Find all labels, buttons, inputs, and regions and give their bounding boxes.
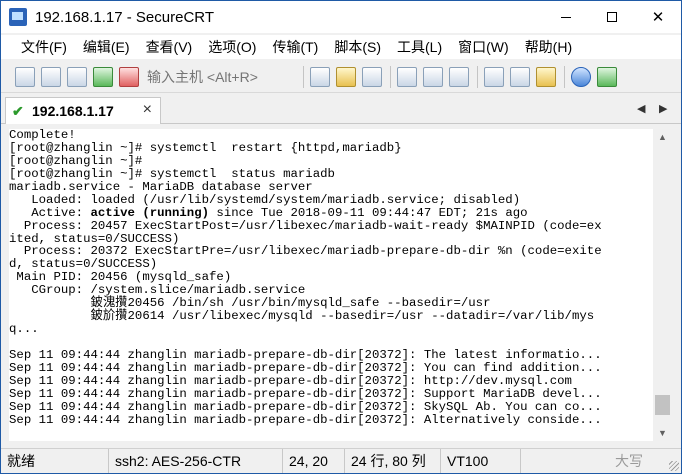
session-tab-bar: ✔ 192.168.1.17 × ◀ ▶ xyxy=(1,94,681,124)
disconnect-icon[interactable] xyxy=(119,66,139,87)
status-caps-lock: 大写 xyxy=(615,453,643,469)
terminal-line: Sep 11 09:44:44 zhanglin mariadb-prepare… xyxy=(9,386,602,401)
terminal-line: 鈹斺攢20614 /usr/libexec/mysqld --basedir=/… xyxy=(9,309,595,324)
session-tab-label: 192.168.1.17 xyxy=(32,103,114,119)
status-cursor-position: 24, 20 xyxy=(283,449,345,473)
terminal-line: Sep 11 09:44:44 zhanglin mariadb-prepare… xyxy=(9,399,602,414)
terminal-line: Sep 11 09:44:44 zhanglin mariadb-prepare… xyxy=(9,412,602,427)
scroll-up-icon[interactable]: ▲ xyxy=(654,129,671,145)
tab-scroll-left-icon[interactable]: ◀ xyxy=(637,102,645,115)
terminal-line: [root@zhanglin ~]# systemctl status mari… xyxy=(9,166,335,181)
menu-bar: 文件(F) 编辑(E) 查看(V) 选项(O) 传输(T) 脚本(S) 工具(L… xyxy=(1,35,681,59)
menu-edit[interactable]: 编辑(E) xyxy=(75,37,138,57)
terminal-output[interactable]: Complete! [root@zhanglin ~]# systemctl r… xyxy=(9,129,653,441)
securecrt-app-icon xyxy=(9,8,27,26)
active-since: since Tue 2018-09-11 09:44:47 EDT; 21s a… xyxy=(209,205,528,220)
terminal-line: [root@zhanglin ~]# systemctl restart {ht… xyxy=(9,140,402,155)
terminal-line: q... xyxy=(9,322,39,337)
tab-close-icon[interactable]: × xyxy=(143,101,152,119)
paste-icon[interactable] xyxy=(336,66,356,87)
terminal-line: Sep 11 09:44:44 zhanglin mariadb-prepare… xyxy=(9,373,572,388)
terminal-line: mariadb.service - MariaDB database serve… xyxy=(9,179,313,194)
toolbar-separator xyxy=(564,65,565,88)
connect-icon[interactable] xyxy=(15,66,35,87)
help-icon[interactable] xyxy=(571,66,591,87)
terminal-line: Complete! xyxy=(9,129,76,142)
menu-options[interactable]: 选项(O) xyxy=(200,37,264,57)
menu-window[interactable]: 窗口(W) xyxy=(450,37,517,57)
vertical-scrollbar[interactable]: ▲ ▼ xyxy=(654,129,671,441)
connected-check-icon: ✔ xyxy=(12,102,24,119)
status-emulation: VT100 xyxy=(441,449,521,473)
scroll-thumb[interactable] xyxy=(655,395,670,415)
resize-grip-icon[interactable] xyxy=(669,461,679,471)
minimize-button[interactable] xyxy=(543,1,589,33)
minimize-icon xyxy=(561,16,571,18)
session-options-icon[interactable] xyxy=(484,66,504,87)
maximize-icon xyxy=(607,12,617,22)
sftp-icon[interactable] xyxy=(597,66,617,87)
menu-tools[interactable]: 工具(L) xyxy=(389,37,450,57)
tab-scroll-right-icon[interactable]: ▶ xyxy=(659,102,667,115)
status-ready: 就绪 xyxy=(1,449,109,473)
host-input[interactable] xyxy=(145,65,301,88)
status-cipher: ssh2: AES-256-CTR xyxy=(109,449,283,473)
reconnect-icon[interactable] xyxy=(93,66,113,87)
scroll-down-icon[interactable]: ▼ xyxy=(654,425,671,441)
global-options-icon[interactable] xyxy=(510,66,530,87)
terminal-line: Process: 20457 ExecStartPost=/usr/libexe… xyxy=(9,218,602,233)
window-title: 192.168.1.17 - SecureCRT xyxy=(35,8,214,26)
copy-icon[interactable] xyxy=(310,66,330,87)
terminal-line: Sep 11 09:44:44 zhanglin mariadb-prepare… xyxy=(9,360,602,375)
print-icon[interactable] xyxy=(397,66,417,87)
quick-connect-icon[interactable] xyxy=(41,66,61,87)
session-tab[interactable]: ✔ 192.168.1.17 × xyxy=(5,97,161,124)
terminal-line-active: Active: active (running) since Tue 2018-… xyxy=(9,205,653,220)
close-button[interactable]: ✕ xyxy=(635,1,681,33)
toolbar-separator xyxy=(477,65,478,88)
maximize-button[interactable] xyxy=(589,1,635,33)
print-setup-icon[interactable] xyxy=(423,66,443,87)
menu-view[interactable]: 查看(V) xyxy=(138,37,201,57)
status-bar: 就绪 ssh2: AES-256-CTR 24, 20 24 行, 80 列 V… xyxy=(1,448,681,473)
keymap-icon[interactable] xyxy=(536,66,556,87)
print-screen-icon[interactable] xyxy=(449,66,469,87)
menu-script[interactable]: 脚本(S) xyxy=(326,37,389,57)
terminal-line: Sep 11 09:44:44 zhanglin mariadb-prepare… xyxy=(9,347,602,362)
toolbar-separator xyxy=(303,65,304,88)
menu-transfer[interactable]: 传输(T) xyxy=(264,37,326,57)
toolbar xyxy=(1,61,681,93)
menu-file[interactable]: 文件(F) xyxy=(13,37,75,57)
window-controls: ✕ xyxy=(543,1,681,33)
active-status: active (running) xyxy=(90,205,210,220)
menu-help[interactable]: 帮助(H) xyxy=(517,37,580,57)
close-icon: ✕ xyxy=(651,9,665,26)
title-bar: 192.168.1.17 - SecureCRT ✕ xyxy=(1,1,681,33)
toolbar-separator xyxy=(390,65,391,88)
status-terminal-size: 24 行, 80 列 xyxy=(345,449,441,473)
find-icon[interactable] xyxy=(362,66,382,87)
active-label: Active: xyxy=(9,205,91,220)
terminal-line: [root@zhanglin ~]# xyxy=(9,153,143,168)
connect-in-tab-icon[interactable] xyxy=(67,66,87,87)
securecrt-window: 192.168.1.17 - SecureCRT ✕ 文件(F) 编辑(E) 查… xyxy=(0,0,682,474)
